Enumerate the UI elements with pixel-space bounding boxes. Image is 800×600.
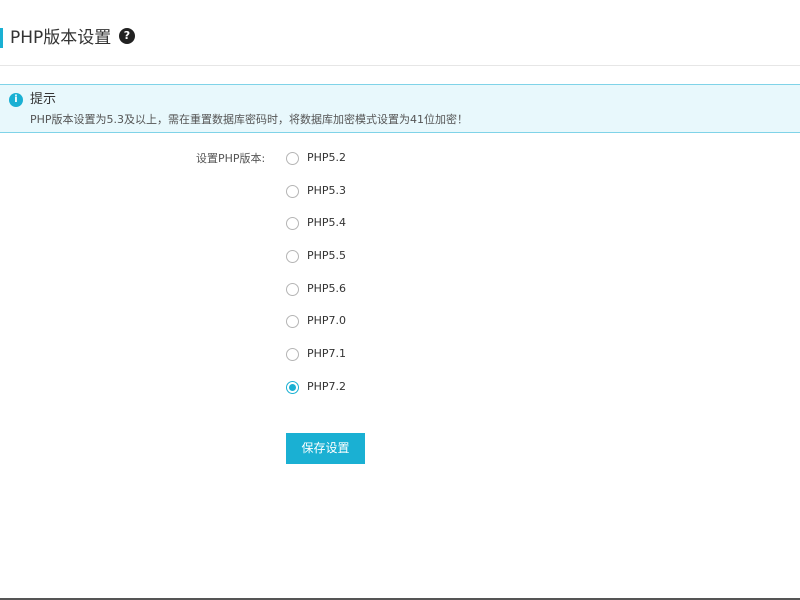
radio-button[interactable]	[286, 152, 299, 165]
radio-option-php54[interactable]: PHP5.4	[286, 213, 486, 246]
question-circle-icon[interactable]: ?	[119, 28, 135, 44]
php-version-label: 设置PHP版本:	[196, 152, 266, 165]
radio-button[interactable]	[286, 250, 299, 264]
php-version-settings-page: PHP版本设置 ? i 提示 PHP版本设置为5.3及以上，需在重置数据库密码时…	[0, 0, 800, 600]
page-title: PHP版本设置	[10, 28, 112, 48]
radio-option-php53[interactable]: PHP5.3	[286, 181, 486, 214]
radio-option-php56[interactable]: PHP5.6	[286, 279, 486, 312]
radio-label: PHP5.4	[307, 216, 347, 230]
header-accent-bar	[0, 28, 3, 48]
radio-label: PHP5.6	[307, 281, 347, 295]
radio-button[interactable]	[286, 348, 299, 362]
radio-button[interactable]	[286, 184, 299, 198]
radio-option-php72[interactable]: PHP7.2	[286, 377, 486, 410]
radio-button[interactable]	[286, 217, 299, 231]
radio-label: PHP5.5	[307, 249, 347, 263]
radio-option-php71[interactable]: PHP7.1	[286, 344, 486, 377]
radio-button[interactable]	[286, 282, 299, 296]
radio-option-php52[interactable]: PHP5.2	[286, 148, 486, 181]
save-settings-button[interactable]: 保存设置	[286, 433, 365, 464]
radio-label: PHP7.0	[307, 314, 347, 328]
radio-label: PHP7.1	[307, 347, 347, 361]
notice-title: 提示	[30, 92, 57, 107]
php-version-radio-group: PHP5.2 PHP5.3 PHP5.4 PHP5.5 PHP5.6 PHP7.…	[286, 148, 486, 410]
notice-text: PHP版本设置为5.3及以上，需在重置数据库密码时，将数据库加密模式设置为41位…	[30, 113, 469, 126]
page-header: PHP版本设置 ?	[0, 0, 800, 66]
radio-label: PHP5.2	[307, 151, 347, 164]
radio-option-php55[interactable]: PHP5.5	[286, 246, 486, 279]
info-icon: i	[9, 93, 23, 107]
radio-button[interactable]	[286, 380, 299, 394]
radio-label: PHP5.3	[307, 183, 347, 197]
radio-option-php70[interactable]: PHP7.0	[286, 311, 486, 344]
notice-box: i 提示 PHP版本设置为5.3及以上，需在重置数据库密码时，将数据库加密模式设…	[0, 84, 800, 133]
radio-button[interactable]	[286, 315, 299, 329]
radio-label: PHP7.2	[307, 379, 347, 393]
